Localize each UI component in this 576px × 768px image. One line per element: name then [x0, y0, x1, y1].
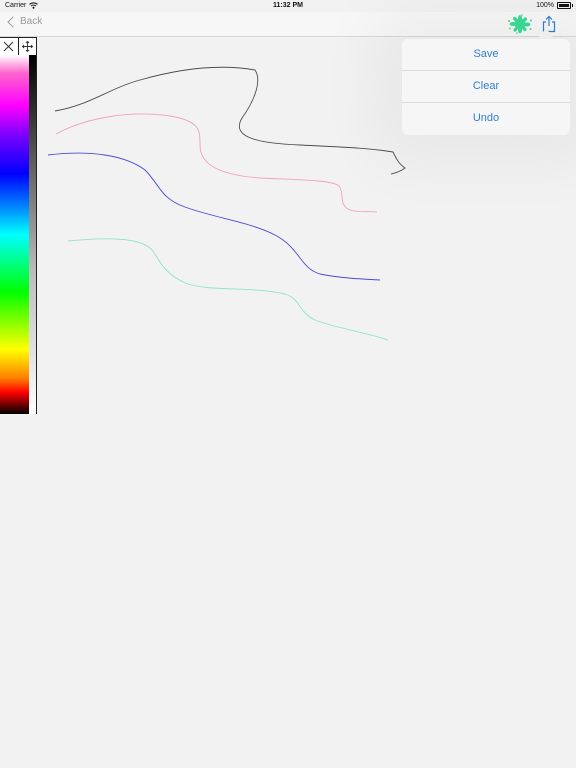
back-label: Back [20, 16, 43, 27]
battery-icon [557, 2, 573, 9]
paint-splat-icon[interactable] [507, 14, 533, 34]
stroke-mint [67, 238, 389, 341]
palette-header [0, 38, 36, 56]
navigation-bar: Back [0, 12, 576, 37]
chevron-left-icon [7, 15, 19, 28]
status-bar: Carrier 11:32 PM 100% [0, 0, 576, 12]
shade-picker[interactable] [29, 55, 36, 414]
battery-group: 100% [536, 2, 573, 9]
drawing-strokes [47, 66, 406, 341]
color-palette [0, 37, 37, 414]
hue-picker[interactable] [0, 55, 29, 414]
back-button[interactable]: Back [6, 15, 43, 28]
stroke-black [54, 66, 406, 175]
battery-percent: 100% [536, 2, 554, 9]
stroke-pink [55, 113, 378, 213]
drawing-canvas[interactable] [37, 37, 576, 768]
palette-close-button[interactable] [0, 38, 18, 55]
palette-move-button[interactable] [17, 38, 37, 55]
close-icon [3, 41, 14, 52]
move-icon [21, 41, 33, 52]
stroke-blue [47, 152, 381, 281]
status-time: 11:32 PM [273, 2, 303, 9]
